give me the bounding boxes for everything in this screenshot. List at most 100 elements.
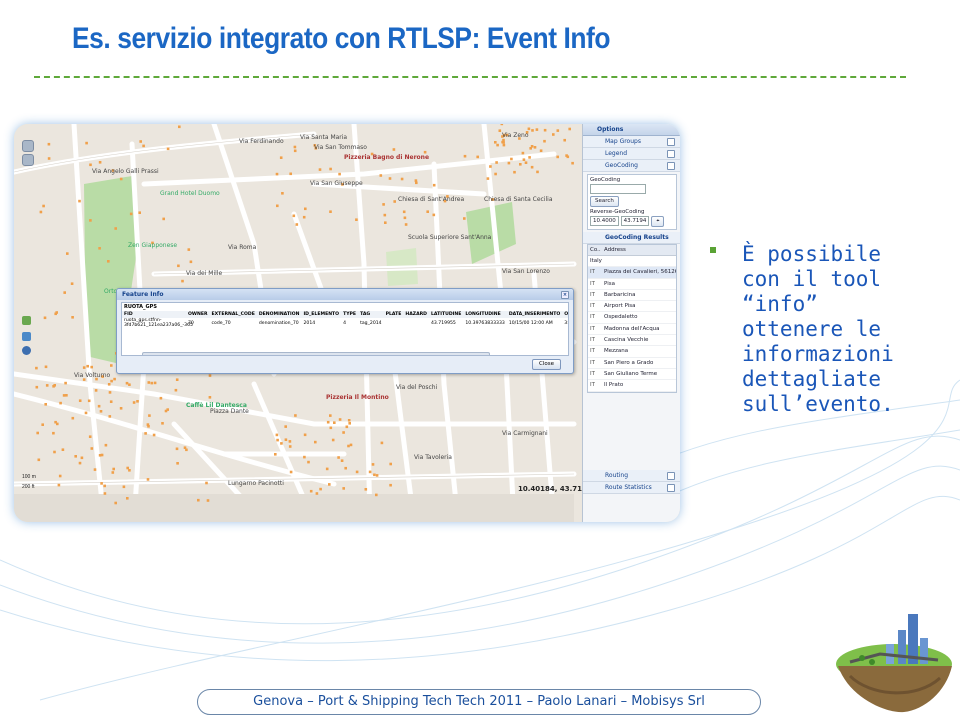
event-point[interactable] bbox=[57, 483, 61, 487]
zoom-in-button[interactable] bbox=[22, 154, 34, 166]
routing-section[interactable]: Routing bbox=[583, 470, 680, 482]
event-point[interactable] bbox=[486, 177, 490, 180]
event-point[interactable] bbox=[510, 157, 513, 161]
event-point[interactable] bbox=[162, 217, 165, 221]
event-point[interactable] bbox=[536, 170, 539, 174]
event-point[interactable] bbox=[325, 467, 329, 471]
event-point[interactable] bbox=[556, 129, 560, 132]
event-point[interactable] bbox=[513, 170, 516, 174]
event-point[interactable] bbox=[521, 151, 525, 155]
event-point[interactable] bbox=[144, 432, 147, 435]
event-point[interactable] bbox=[379, 174, 383, 177]
event-point[interactable] bbox=[109, 400, 113, 403]
event-point[interactable] bbox=[166, 147, 170, 151]
info-tool-icon[interactable] bbox=[22, 346, 31, 355]
event-point[interactable] bbox=[333, 421, 336, 424]
event-point[interactable] bbox=[86, 364, 89, 368]
event-point[interactable] bbox=[176, 462, 179, 465]
event-point[interactable] bbox=[71, 416, 75, 420]
event-point[interactable] bbox=[183, 446, 187, 449]
event-point[interactable] bbox=[389, 462, 392, 466]
event-point[interactable] bbox=[533, 146, 537, 149]
event-point[interactable] bbox=[44, 403, 47, 406]
event-point[interactable] bbox=[108, 415, 112, 418]
event-point[interactable] bbox=[208, 396, 212, 399]
event-point[interactable] bbox=[125, 381, 129, 385]
event-point[interactable] bbox=[382, 203, 385, 206]
event-point[interactable] bbox=[344, 466, 347, 470]
event-point[interactable] bbox=[288, 440, 292, 443]
event-point[interactable] bbox=[502, 143, 506, 147]
event-point[interactable] bbox=[524, 161, 528, 164]
event-point[interactable] bbox=[302, 215, 306, 219]
event-point[interactable] bbox=[78, 399, 82, 402]
event-point[interactable] bbox=[539, 149, 543, 152]
event-point[interactable] bbox=[494, 141, 497, 144]
event-point[interactable] bbox=[129, 212, 133, 216]
event-point[interactable] bbox=[338, 418, 342, 421]
event-point[interactable] bbox=[37, 458, 41, 462]
event-point[interactable] bbox=[535, 128, 539, 131]
event-point[interactable] bbox=[292, 214, 296, 218]
event-point[interactable] bbox=[355, 470, 359, 474]
event-point[interactable] bbox=[161, 422, 164, 425]
event-point[interactable] bbox=[103, 484, 106, 488]
expand-icon[interactable] bbox=[667, 150, 675, 158]
event-point[interactable] bbox=[348, 422, 351, 425]
event-point[interactable] bbox=[495, 161, 498, 164]
event-point[interactable] bbox=[47, 157, 51, 160]
close-button[interactable]: Close bbox=[532, 359, 561, 370]
event-point[interactable] bbox=[107, 383, 111, 386]
event-point[interactable] bbox=[175, 378, 179, 381]
event-point[interactable] bbox=[571, 161, 574, 165]
result-item[interactable]: IT Pisa bbox=[588, 279, 676, 290]
event-point[interactable] bbox=[556, 155, 559, 159]
event-point[interactable] bbox=[62, 394, 66, 397]
event-point[interactable] bbox=[80, 456, 84, 460]
event-point[interactable] bbox=[326, 420, 330, 424]
event-point[interactable] bbox=[82, 366, 86, 369]
event-point[interactable] bbox=[404, 223, 408, 226]
event-point[interactable] bbox=[568, 127, 571, 131]
event-point[interactable] bbox=[371, 463, 375, 466]
event-point[interactable] bbox=[289, 470, 293, 474]
event-point[interactable] bbox=[501, 140, 504, 144]
event-point[interactable] bbox=[78, 199, 81, 203]
result-item[interactable]: IT Airport Pisa bbox=[588, 301, 676, 313]
event-point[interactable] bbox=[373, 473, 376, 477]
event-point[interactable] bbox=[293, 145, 297, 149]
event-point[interactable] bbox=[103, 492, 107, 495]
event-point[interactable] bbox=[402, 210, 406, 214]
event-point[interactable] bbox=[187, 248, 191, 251]
event-point[interactable] bbox=[284, 438, 288, 441]
latitude-field[interactable]: 43.7194 bbox=[620, 216, 650, 226]
event-point[interactable] bbox=[309, 489, 313, 493]
event-point[interactable] bbox=[489, 165, 492, 168]
event-point[interactable] bbox=[39, 210, 43, 214]
event-point[interactable] bbox=[126, 466, 129, 470]
event-point[interactable] bbox=[65, 394, 68, 397]
event-point[interactable] bbox=[566, 155, 570, 159]
event-point[interactable] bbox=[35, 385, 39, 389]
event-point[interactable] bbox=[128, 469, 131, 472]
event-point[interactable] bbox=[294, 414, 297, 417]
event-point[interactable] bbox=[74, 455, 77, 458]
search-button[interactable]: Search bbox=[590, 196, 619, 207]
event-point[interactable] bbox=[340, 459, 344, 462]
event-point[interactable] bbox=[89, 163, 92, 167]
event-point[interactable] bbox=[71, 316, 74, 319]
event-point[interactable] bbox=[281, 192, 284, 195]
event-point[interactable] bbox=[392, 148, 396, 151]
event-point[interactable] bbox=[44, 365, 48, 369]
longitude-field[interactable]: 10.4000 bbox=[590, 216, 619, 226]
event-point[interactable] bbox=[284, 425, 287, 428]
event-point[interactable] bbox=[146, 423, 150, 426]
event-point[interactable] bbox=[110, 364, 113, 367]
event-point[interactable] bbox=[189, 260, 193, 264]
event-point[interactable] bbox=[107, 260, 110, 263]
event-point[interactable] bbox=[527, 127, 531, 131]
event-point[interactable] bbox=[279, 156, 283, 159]
event-point[interactable] bbox=[319, 487, 322, 491]
result-item[interactable]: IT Piazza dei Cavalieri, 56126 Pi... bbox=[588, 267, 676, 279]
event-point[interactable] bbox=[108, 391, 112, 394]
